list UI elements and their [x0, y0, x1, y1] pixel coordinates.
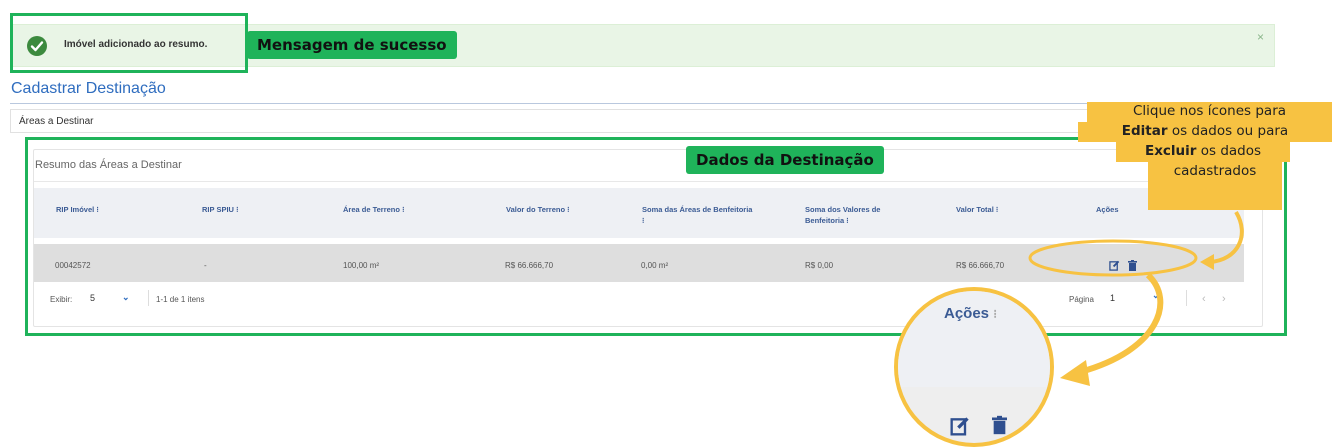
zoom-edit-icon[interactable] — [950, 416, 970, 441]
callout-arrows — [1028, 210, 1244, 386]
zoom-delete-icon[interactable] — [992, 415, 1007, 440]
zoom-bubble: Ações ⁝ — [894, 287, 1054, 447]
zoom-actions-label: Ações ⁝ — [944, 305, 998, 322]
